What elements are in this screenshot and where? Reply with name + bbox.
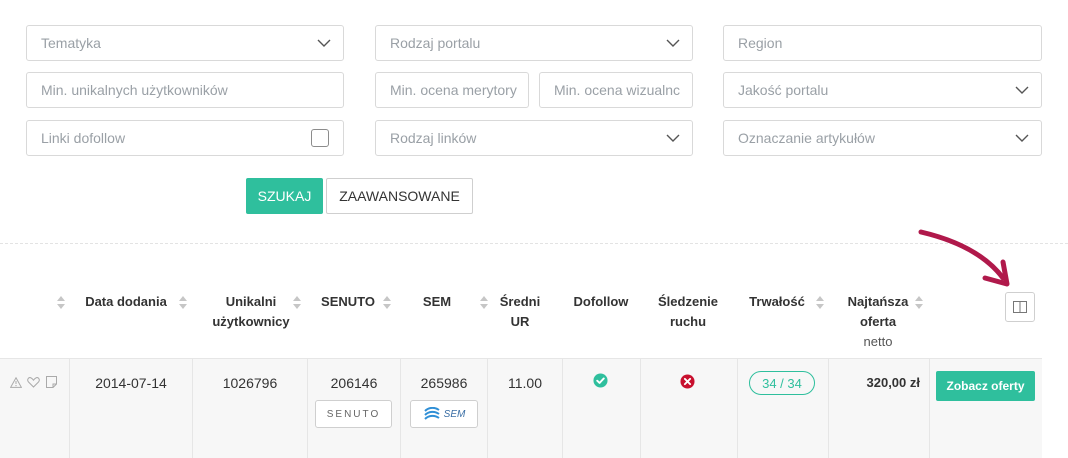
chevron-down-icon — [666, 134, 680, 142]
min-content-rating-input[interactable]: Min. ocena merytory — [375, 72, 529, 108]
senuto-cell: 206146 — [330, 375, 378, 391]
column-divider — [562, 359, 563, 458]
header-sredni-ur[interactable]: Średni UR — [492, 292, 548, 332]
see-offers-button[interactable]: Zobacz oferty — [936, 371, 1035, 401]
tematyka-select[interactable]: Tematyka — [26, 25, 344, 61]
min-unique-users-placeholder: Min. unikalnych użytkowników — [41, 82, 228, 98]
column-divider — [929, 359, 930, 458]
tematyka-placeholder: Tematyka — [41, 35, 101, 51]
column-divider — [400, 359, 401, 458]
chevron-down-icon — [666, 39, 680, 47]
column-divider — [307, 359, 308, 458]
sort-icon[interactable] — [383, 296, 391, 309]
rodzaj-portalu-select[interactable]: Rodzaj portalu — [375, 25, 693, 61]
sort-icon[interactable] — [179, 296, 187, 309]
region-input[interactable]: Region — [723, 25, 1042, 61]
column-divider — [737, 359, 738, 458]
chevron-down-icon — [1015, 86, 1029, 94]
annotation-arrow-icon — [918, 229, 1010, 287]
header-data-dodania[interactable]: Data dodania — [78, 292, 174, 312]
dofollow-links-label: Linki dofollow — [41, 130, 126, 146]
region-placeholder: Region — [738, 35, 783, 51]
heart-icon[interactable] — [27, 377, 40, 388]
min-unique-users-input[interactable]: Min. unikalnych użytkowników — [26, 72, 344, 108]
date-cell: 2014-07-14 — [95, 375, 167, 391]
header-senuto[interactable]: SENUTO — [312, 292, 384, 312]
column-divider — [828, 359, 829, 458]
chevron-down-icon — [317, 39, 331, 47]
min-content-rating-placeholder: Min. ocena merytory — [390, 82, 517, 98]
min-visual-rating-input[interactable]: Min. ocena wizualnc — [539, 72, 693, 108]
header-najtansza-oferta[interactable]: Najtańsza oferta netto — [840, 292, 916, 352]
header-trwalosc[interactable]: Trwałość — [744, 292, 810, 312]
note-icon[interactable] — [46, 376, 57, 388]
sort-icon[interactable] — [480, 296, 488, 309]
column-divider — [487, 359, 488, 458]
durability-badge: 34 / 34 — [749, 371, 815, 395]
rodzaj-linkow-select[interactable]: Rodzaj linków — [375, 120, 693, 156]
jakosc-portalu-select[interactable]: Jakość portalu — [723, 72, 1042, 108]
header-unikalni-uzytkownicy[interactable]: Unikalni użytkownicy — [196, 292, 306, 332]
sem-logo-icon — [423, 407, 440, 420]
column-divider — [640, 359, 641, 458]
header-dofollow: Dofollow — [573, 294, 629, 309]
columns-icon — [1013, 301, 1027, 313]
sort-icon[interactable] — [293, 296, 301, 309]
sem-logo[interactable]: SEM — [410, 400, 478, 428]
chevron-down-icon — [1015, 134, 1029, 142]
avg-ur-cell: 11.00 — [508, 375, 542, 391]
dofollow-links-filter[interactable]: Linki dofollow — [26, 120, 344, 156]
price-cell: 320,00 zł — [866, 375, 921, 390]
min-visual-rating-placeholder: Min. ocena wizualnc — [554, 82, 681, 98]
header-sledzenie-ruchu: Śledzenie ruchu — [658, 294, 718, 329]
header-sem[interactable]: SEM — [404, 292, 470, 312]
rodzaj-portalu-placeholder: Rodzaj portalu — [390, 35, 481, 51]
sort-icon[interactable] — [816, 296, 824, 309]
oznaczanie-artykulow-placeholder: Oznaczanie artykułów — [738, 130, 875, 146]
senuto-logo[interactable]: SENUTO — [315, 400, 392, 428]
jakosc-portalu-placeholder: Jakość portalu — [738, 82, 829, 98]
columns-toggle-button[interactable] — [1005, 292, 1035, 322]
divider — [0, 243, 1068, 244]
sort-icon[interactable] — [915, 296, 923, 309]
column-divider — [192, 359, 193, 458]
sort-icon[interactable] — [57, 296, 65, 309]
unique-users-cell: 1026796 — [222, 375, 278, 391]
column-divider — [69, 359, 70, 458]
rodzaj-linkow-placeholder: Rodzaj linków — [390, 130, 477, 146]
sem-cell: 265986 — [420, 375, 468, 391]
warning-icon[interactable] — [10, 377, 22, 388]
oznaczanie-artykulow-select[interactable]: Oznaczanie artykułów — [723, 120, 1042, 156]
dofollow-checkbox[interactable] — [311, 129, 329, 147]
advanced-button[interactable]: ZAAWANSOWANE — [326, 178, 473, 214]
search-button[interactable]: SZUKAJ — [246, 178, 323, 214]
check-circle-icon — [593, 373, 608, 388]
table-row — [0, 358, 1042, 458]
x-circle-icon — [680, 374, 695, 389]
